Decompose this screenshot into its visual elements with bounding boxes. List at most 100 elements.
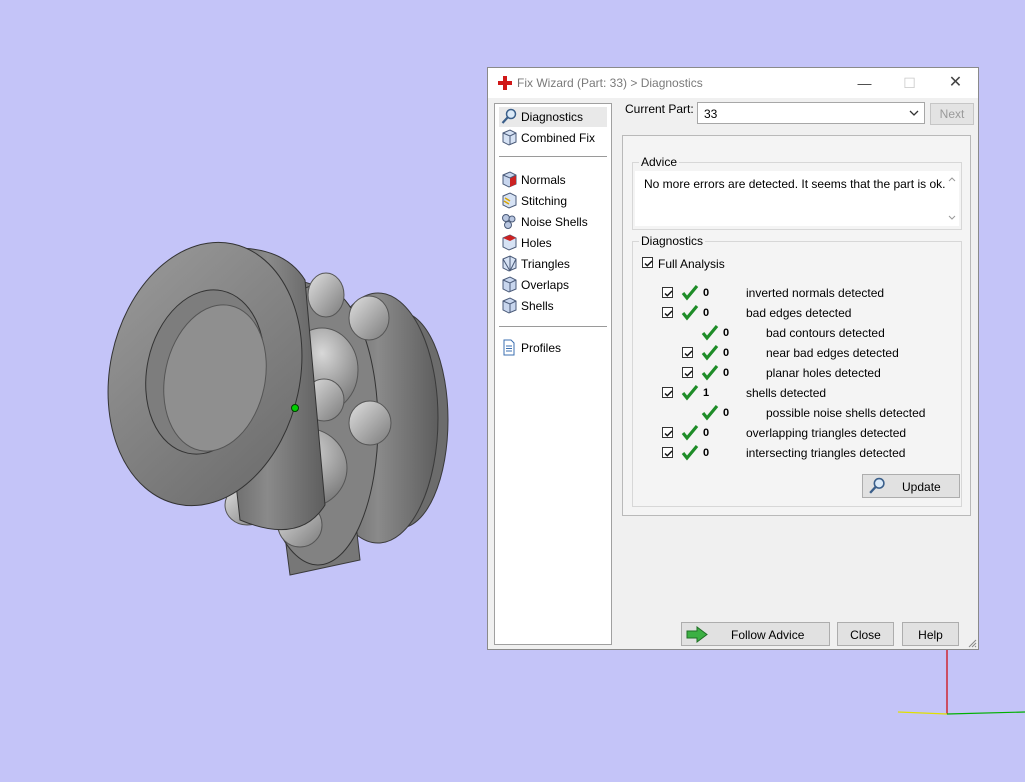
bad-edges-count: 0 bbox=[703, 307, 710, 319]
sidebar-item-label: Triangles bbox=[521, 257, 570, 271]
bad-contours-count: 0 bbox=[723, 327, 730, 339]
checkmark-icon bbox=[664, 290, 673, 297]
axis-triad-icon bbox=[897, 648, 1025, 715]
shells-checkbox[interactable] bbox=[662, 387, 673, 398]
checkmark-icon bbox=[644, 260, 653, 267]
planar-holes-checkbox[interactable] bbox=[682, 367, 693, 378]
checkmark-icon bbox=[664, 390, 673, 397]
title-bar[interactable]: Fix Wizard (Part: 33) > Diagnostics — ☐ … bbox=[488, 68, 978, 98]
sidebar-item-normals[interactable]: Normals bbox=[499, 170, 607, 190]
noise-shells-count: 0 bbox=[723, 407, 730, 419]
triangles-cube-icon bbox=[502, 255, 517, 272]
sidebar-item-noise-shells[interactable]: Noise Shells bbox=[499, 212, 607, 232]
sidebar-item-label: Diagnostics bbox=[521, 110, 584, 124]
advice-textbox[interactable]: No more errors are detected. It seems th… bbox=[635, 171, 959, 226]
planar-holes-count: 0 bbox=[723, 367, 730, 379]
green-check-icon bbox=[681, 284, 699, 301]
full-analysis-label: Full Analysis bbox=[658, 257, 725, 271]
magnifier-icon bbox=[869, 477, 885, 494]
minimize-button[interactable]: — bbox=[842, 68, 887, 98]
sidebar-item-holes[interactable]: Holes bbox=[499, 233, 607, 253]
advice-title: Advice bbox=[639, 155, 680, 169]
follow-advice-label: Follow Advice bbox=[731, 628, 805, 642]
follow-advice-button[interactable]: Follow Advice bbox=[681, 622, 830, 646]
full-analysis-checkbox[interactable] bbox=[642, 257, 653, 268]
bad-edges-checkbox[interactable] bbox=[662, 307, 673, 318]
near-bad-edges-label: near bad edges detected bbox=[766, 346, 899, 360]
diagnostics-panel: Advice No more errors are detected. It s… bbox=[622, 135, 971, 516]
sidebar-item-stitching[interactable]: Stitching bbox=[499, 191, 607, 211]
bad-edges-label: bad edges detected bbox=[746, 306, 852, 320]
red-cross-icon bbox=[498, 76, 512, 90]
fix-steps-sidebar: Diagnostics Combined Fix Normals Stitchi… bbox=[494, 103, 612, 645]
sidebar-item-diagnostics[interactable]: Diagnostics bbox=[499, 107, 607, 127]
document-icon bbox=[503, 339, 515, 356]
inverted-normals-checkbox[interactable] bbox=[662, 287, 673, 298]
sidebar-item-label: Overlaps bbox=[521, 278, 570, 292]
update-button[interactable]: Update bbox=[862, 474, 960, 498]
chevron-down-icon bbox=[909, 110, 919, 116]
sidebar-item-combined-fix[interactable]: Combined Fix bbox=[499, 128, 607, 148]
fix-wizard-window: Fix Wizard (Part: 33) > Diagnostics — ☐ … bbox=[487, 67, 979, 650]
near-bad-edges-count: 0 bbox=[723, 347, 730, 359]
magnifier-icon bbox=[501, 108, 517, 124]
help-label: Help bbox=[918, 628, 943, 642]
overlapping-triangles-label: overlapping triangles detected bbox=[746, 426, 907, 440]
sidebar-item-triangles[interactable]: Triangles bbox=[499, 254, 607, 274]
intersecting-triangles-count: 0 bbox=[703, 447, 710, 459]
green-check-icon bbox=[681, 444, 699, 461]
checkmark-icon bbox=[684, 350, 693, 357]
inverted-normals-count: 0 bbox=[703, 287, 710, 299]
sidebar-divider bbox=[499, 326, 607, 327]
diagnostics-title: Diagnostics bbox=[639, 234, 706, 248]
sidebar-item-label: Shells bbox=[521, 299, 554, 313]
advice-scrollbar[interactable] bbox=[945, 171, 959, 226]
inverted-normals-label: inverted normals detected bbox=[746, 286, 885, 300]
green-check-icon bbox=[681, 424, 699, 441]
shells-count: 1 bbox=[703, 387, 710, 399]
sidebar-item-label: Normals bbox=[521, 173, 566, 187]
sidebar-item-shells[interactable]: Shells bbox=[499, 296, 607, 316]
close-button[interactable]: Close bbox=[837, 622, 894, 646]
shells-cube-icon bbox=[502, 297, 517, 314]
overlaps-cube-icon bbox=[502, 276, 517, 293]
current-part-value: 33 bbox=[704, 107, 718, 121]
help-button[interactable]: Help bbox=[902, 622, 959, 646]
checkmark-icon bbox=[664, 450, 673, 457]
normals-cube-icon bbox=[502, 171, 517, 188]
sidebar-item-label: Holes bbox=[521, 236, 552, 250]
advice-group: Advice No more errors are detected. It s… bbox=[632, 155, 962, 230]
planar-holes-label: planar holes detected bbox=[766, 366, 881, 380]
current-part-select[interactable]: 33 bbox=[697, 102, 925, 124]
advice-text: No more errors are detected. It seems th… bbox=[644, 177, 946, 191]
holes-cube-icon bbox=[502, 234, 517, 251]
overlapping-triangles-count: 0 bbox=[703, 427, 710, 439]
checkmark-icon bbox=[664, 430, 673, 437]
green-check-icon bbox=[701, 324, 719, 341]
checkmark-icon bbox=[684, 370, 693, 377]
close-label: Close bbox=[850, 628, 881, 642]
diagnostics-group: Diagnostics Full Analysis 0 inverted nor… bbox=[632, 234, 962, 507]
sidebar-item-overlaps[interactable]: Overlaps bbox=[499, 275, 607, 295]
maximize-button[interactable]: ☐ bbox=[887, 68, 932, 98]
sidebar-item-label: Profiles bbox=[521, 341, 562, 355]
near-bad-edges-checkbox[interactable] bbox=[682, 347, 693, 358]
intersecting-triangles-checkbox[interactable] bbox=[662, 447, 673, 458]
sidebar-item-profiles[interactable]: Profiles bbox=[499, 338, 607, 358]
checkmark-icon bbox=[664, 310, 673, 317]
sidebar-divider bbox=[499, 156, 607, 157]
close-window-button[interactable]: ✕ bbox=[933, 68, 978, 98]
green-check-icon bbox=[701, 344, 719, 361]
update-label: Update bbox=[902, 480, 941, 494]
next-button[interactable]: Next bbox=[930, 103, 974, 125]
resize-grip-icon[interactable] bbox=[967, 638, 977, 648]
green-check-icon bbox=[701, 404, 719, 421]
intersecting-triangles-label: intersecting triangles detected bbox=[746, 446, 906, 460]
overlapping-triangles-checkbox[interactable] bbox=[662, 427, 673, 438]
green-check-icon bbox=[681, 304, 699, 321]
sidebar-item-label: Noise Shells bbox=[521, 215, 588, 229]
green-check-icon bbox=[701, 364, 719, 381]
window-title: Fix Wizard (Part: 33) > Diagnostics bbox=[517, 76, 703, 90]
sidebar-item-label: Combined Fix bbox=[521, 131, 596, 145]
cube-icon bbox=[502, 129, 517, 146]
